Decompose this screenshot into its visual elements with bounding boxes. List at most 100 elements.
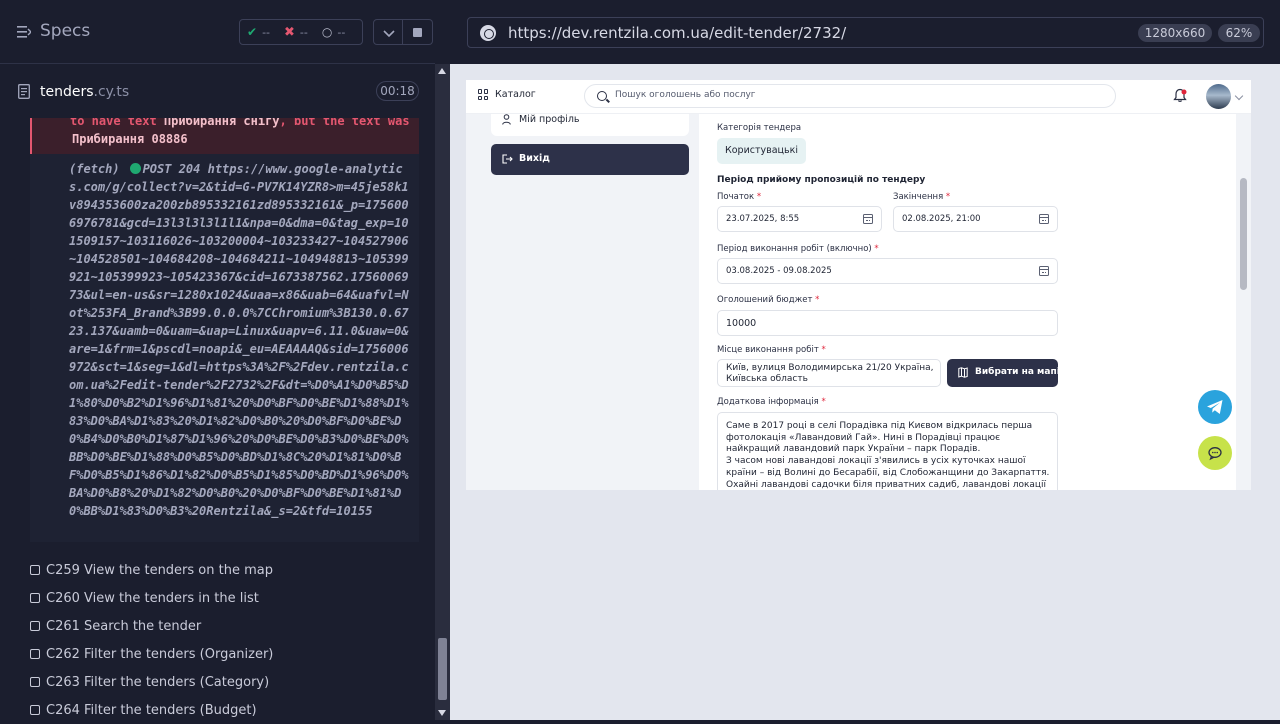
end-date-field[interactable]: 02.08.2025, 21:00 bbox=[893, 206, 1058, 232]
log-prefix: (fetch) bbox=[69, 162, 120, 176]
work-period-field[interactable]: 03.08.2025 - 09.08.2025 bbox=[717, 258, 1058, 284]
command-log-entry[interactable]: (fetch) POST 204 https://www.google-analy… bbox=[30, 154, 419, 542]
specs-title[interactable]: Specs bbox=[40, 21, 90, 41]
calendar-icon[interactable] bbox=[863, 214, 873, 224]
test-title: C262 Filter the tenders (Organizer) bbox=[46, 646, 274, 662]
test-item[interactable]: C259 View the tenders on the map bbox=[30, 556, 430, 584]
scrollbar-thumb[interactable] bbox=[1240, 178, 1247, 290]
search-input[interactable]: Пошук оголошень або послуг bbox=[584, 84, 1116, 108]
globe-icon bbox=[480, 25, 496, 41]
test-item[interactable]: C262 Filter the tenders (Organizer) bbox=[30, 640, 430, 668]
scroll-up-arrow-icon[interactable] bbox=[438, 68, 446, 74]
info-label-text: Додаткова інформація bbox=[717, 397, 819, 407]
check-icon: ✔ bbox=[247, 25, 258, 39]
logout-button[interactable]: Вихід bbox=[491, 144, 689, 175]
test-item[interactable]: C263 Filter the tenders (Category) bbox=[30, 668, 430, 696]
map-icon bbox=[958, 367, 968, 378]
stop-icon bbox=[413, 28, 422, 37]
spinner-icon: ○ bbox=[321, 25, 333, 39]
page-scrollbar[interactable] bbox=[1236, 148, 1251, 490]
chevron-down-icon[interactable] bbox=[1234, 91, 1244, 101]
start-label: Початок * bbox=[717, 192, 762, 202]
end-date-value: 02.08.2025, 21:00 bbox=[902, 214, 981, 224]
spec-file-row[interactable]: tenders.cy.ts 00:18 bbox=[0, 64, 435, 119]
error-line-1: to have text Прибирання снігу, but the t… bbox=[70, 118, 410, 128]
site-header: Каталог Пошук оголошень або послуг bbox=[466, 80, 1251, 114]
actual-text: Прибирання 08886 bbox=[72, 132, 188, 146]
checkbox-icon bbox=[30, 705, 40, 715]
test-title: C261 Search the tender bbox=[46, 618, 202, 634]
choose-on-map-button[interactable]: Вибрати на мапі bbox=[947, 359, 1060, 387]
work-period-label: Період виконання робіт (включно) * bbox=[717, 244, 879, 254]
failed-stat: ✖ -- bbox=[277, 25, 315, 40]
pending-stat: ○ -- bbox=[315, 25, 352, 39]
bell-icon[interactable] bbox=[1173, 88, 1187, 103]
test-title: C260 View the tenders in the list bbox=[46, 590, 259, 606]
menu-icon[interactable] bbox=[17, 25, 31, 39]
start-date-value: 23.07.2025, 8:55 bbox=[726, 214, 800, 224]
status-dot-icon bbox=[129, 163, 141, 174]
expand-toggle-button[interactable] bbox=[373, 19, 403, 45]
tender-edit-form: Категорія тендера Користувацькі Період п… bbox=[699, 114, 1236, 490]
map-button-label: Вибрати на мапі bbox=[975, 367, 1060, 377]
avatar[interactable] bbox=[1206, 84, 1231, 109]
budget-value: 10000 bbox=[726, 318, 757, 329]
additional-info-textarea[interactable]: Саме в 2017 році в селі Порадівка під Ки… bbox=[717, 412, 1058, 490]
checkbox-icon bbox=[30, 593, 40, 603]
pending-count: -- bbox=[337, 25, 346, 39]
work-period-label-text: Період виконання робіт (включно) bbox=[717, 244, 872, 254]
scroll-down-arrow-icon[interactable] bbox=[438, 710, 446, 716]
runner-panel: Specs ✔ -- ✖ -- ○ -- tenders.cy.ts 00:18… bbox=[0, 0, 450, 720]
sidebar-item-label: Мій профіль bbox=[519, 114, 580, 125]
calendar-icon[interactable] bbox=[1039, 266, 1049, 276]
start-date-field[interactable]: 23.07.2025, 8:55 bbox=[717, 206, 882, 232]
scrollbar-thumb[interactable] bbox=[438, 638, 447, 700]
preview-panel: https://dev.rentzila.com.ua/edit-tender/… bbox=[450, 0, 1280, 720]
stop-button[interactable] bbox=[403, 19, 433, 45]
user-icon bbox=[502, 114, 511, 125]
logout-icon bbox=[502, 154, 513, 164]
passed-stat: ✔ -- bbox=[240, 25, 277, 39]
spec-duration: 00:18 bbox=[376, 81, 419, 101]
location-label-text: Місце виконання робіт bbox=[717, 345, 819, 355]
location-label: Місце виконання робіт * bbox=[717, 345, 826, 355]
test-item[interactable]: C260 View the tenders in the list bbox=[30, 584, 430, 612]
telegram-icon bbox=[1207, 400, 1223, 414]
calendar-icon[interactable] bbox=[1039, 214, 1049, 224]
log-url: https://www.google-analytics.com/g/colle… bbox=[69, 162, 409, 518]
test-item[interactable]: C261 Search the tender bbox=[30, 612, 430, 640]
zoom-badge[interactable]: 62% bbox=[1218, 24, 1260, 42]
url-bar-area: https://dev.rentzila.com.ua/edit-tender/… bbox=[450, 0, 1280, 64]
category-chip[interactable]: Користувацькі bbox=[717, 138, 807, 164]
test-title: C264 Filter the tenders (Budget) bbox=[46, 702, 257, 718]
spec-file-ext: .cy.ts bbox=[93, 84, 130, 100]
sidebar-item-profile[interactable]: Мій профіль bbox=[491, 114, 689, 136]
search-placeholder: Пошук оголошень або послуг bbox=[615, 90, 756, 100]
error-text-tail: , but the text was bbox=[279, 118, 410, 128]
start-label-text: Початок bbox=[717, 192, 755, 202]
failed-count: -- bbox=[299, 25, 308, 39]
checkbox-icon bbox=[30, 621, 40, 631]
page-url[interactable]: https://dev.rentzila.com.ua/edit-tender/… bbox=[508, 24, 846, 42]
budget-field[interactable]: 10000 bbox=[717, 310, 1058, 336]
location-value: Київ, вулиця Володимирська 21/20 Україна… bbox=[726, 363, 934, 384]
test-list: C259 View the tenders on the map C260 Vi… bbox=[30, 556, 430, 724]
x-icon: ✖ bbox=[284, 24, 295, 40]
fetch-log-text: (fetch) POST 204 https://www.google-analy… bbox=[69, 160, 415, 520]
chat-button[interactable] bbox=[1198, 436, 1232, 470]
error-text: to have text bbox=[70, 118, 164, 128]
catalog-button[interactable]: Каталог bbox=[478, 89, 536, 100]
viewport-size-badge[interactable]: 1280x660 bbox=[1138, 24, 1212, 42]
search-icon bbox=[597, 91, 607, 101]
log-method-status: POST 204 bbox=[142, 162, 201, 176]
location-field[interactable]: Київ, вулиця Володимирська 21/20 Україна… bbox=[717, 359, 941, 387]
checkbox-icon bbox=[30, 649, 40, 659]
category-label: Категорія тендера bbox=[717, 123, 802, 133]
budget-label: Оголошений бюджет * bbox=[717, 295, 820, 305]
telegram-button[interactable] bbox=[1198, 390, 1232, 424]
runner-scrollbar[interactable] bbox=[435, 64, 450, 720]
grid-icon bbox=[478, 89, 489, 100]
info-value: Саме в 2017 році в селі Порадівка під Ки… bbox=[726, 421, 1050, 490]
test-title: C263 Filter the tenders (Category) bbox=[46, 674, 270, 690]
url-bar[interactable]: https://dev.rentzila.com.ua/edit-tender/… bbox=[467, 17, 1264, 48]
